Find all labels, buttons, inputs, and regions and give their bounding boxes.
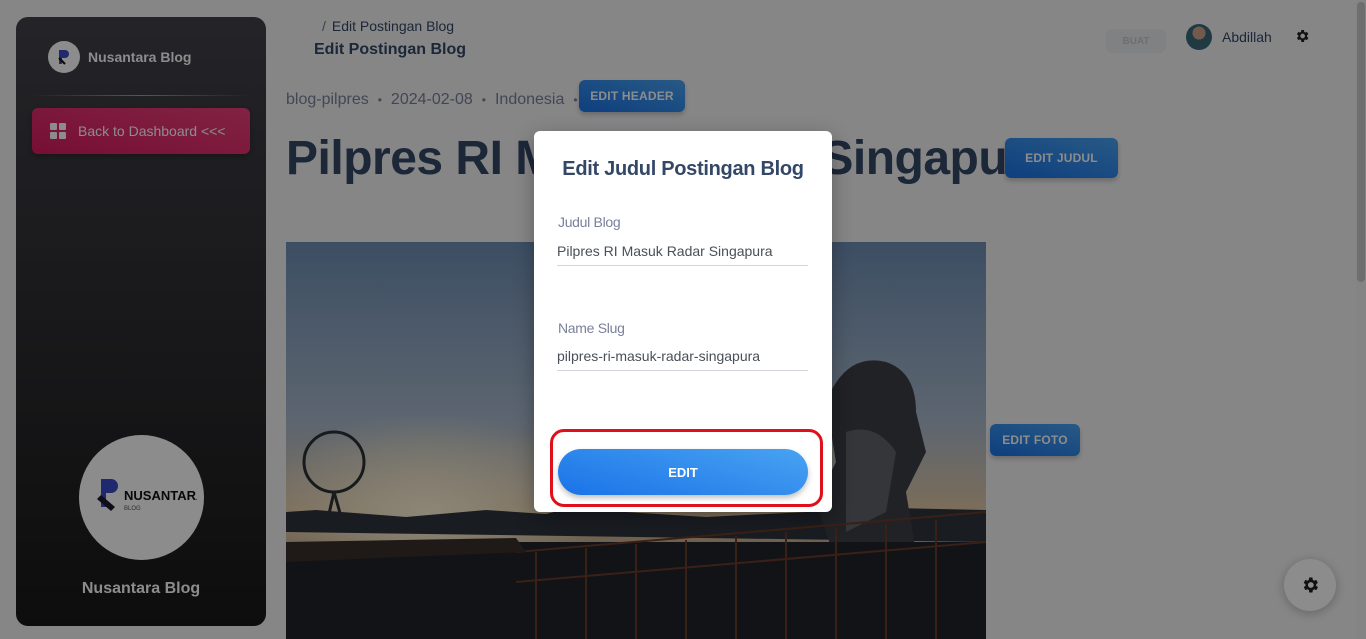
name-slug-input[interactable] <box>557 341 808 371</box>
judul-blog-label: Judul Blog <box>558 214 621 230</box>
judul-blog-input[interactable] <box>557 236 808 266</box>
modal-title: Edit Judul Postingan Blog <box>562 158 804 180</box>
name-slug-label: Name Slug <box>558 320 625 336</box>
highlight-annotation <box>550 429 823 507</box>
